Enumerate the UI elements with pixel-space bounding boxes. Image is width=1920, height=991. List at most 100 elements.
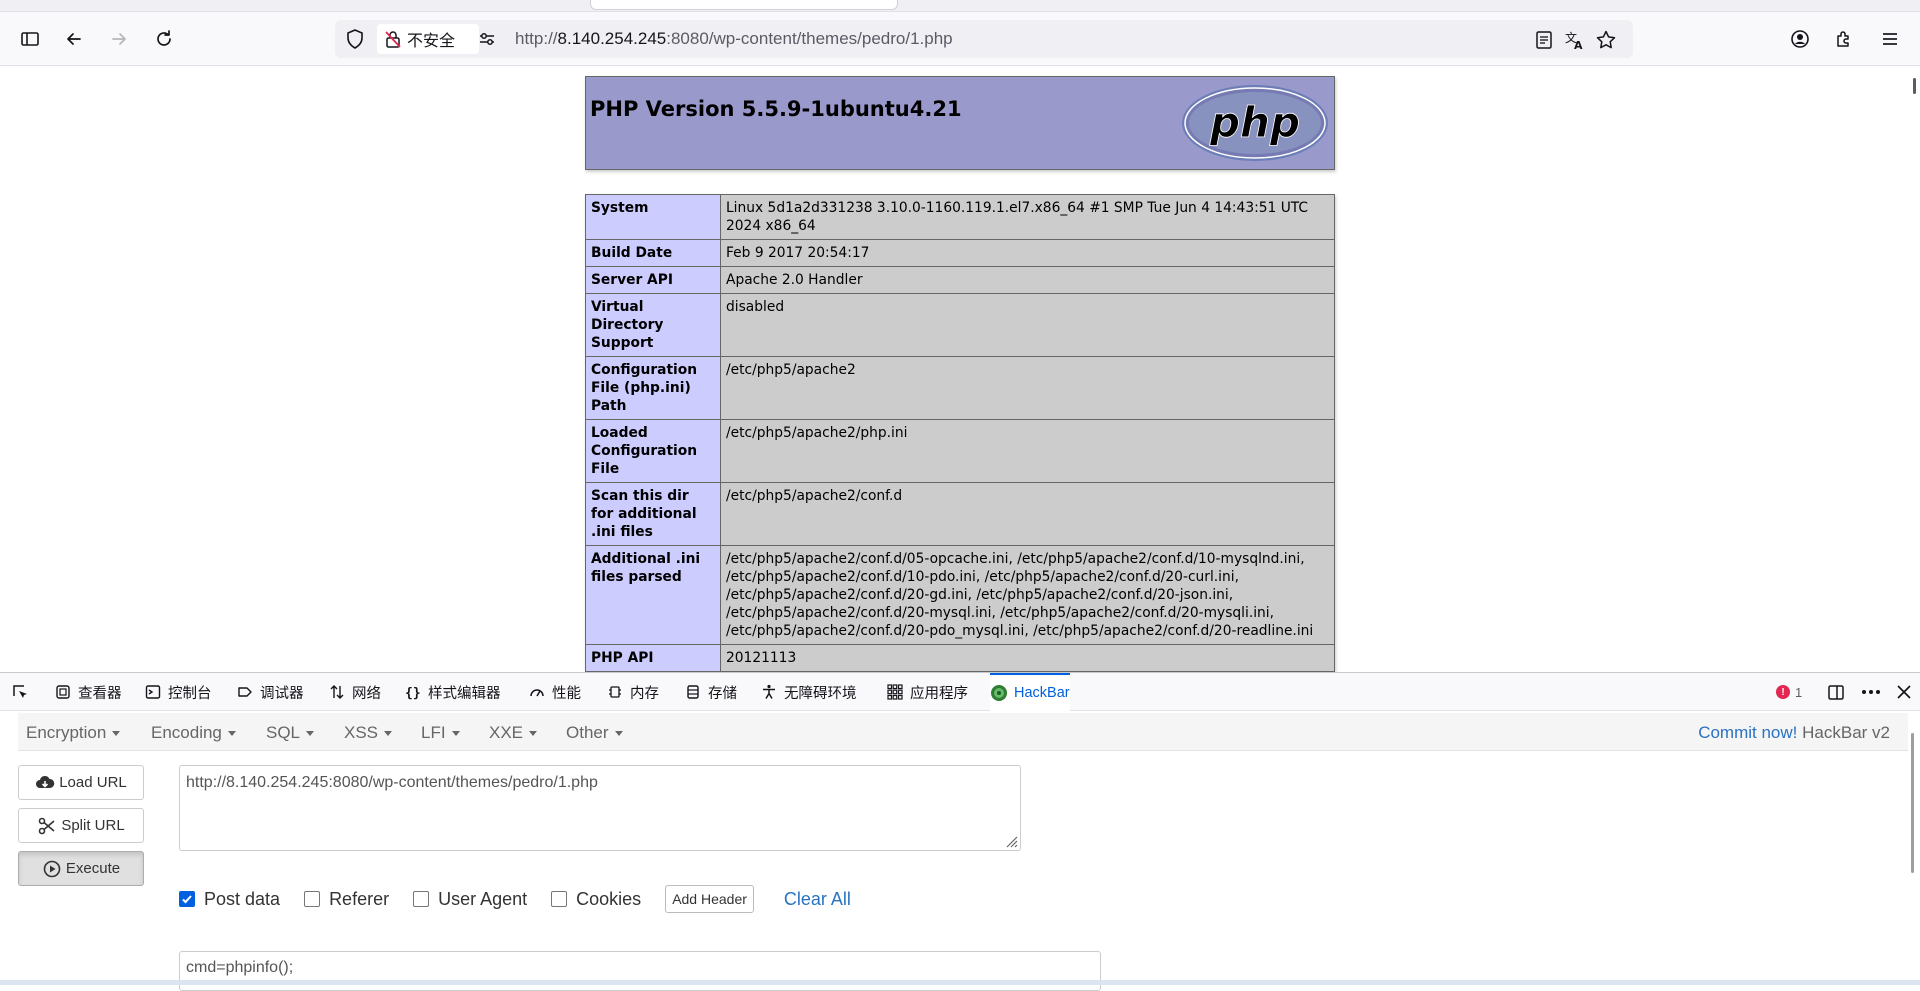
close-devtools-icon[interactable]: [1895, 673, 1913, 711]
phpinfo-value: disabled: [720, 293, 1335, 357]
split-url-button[interactable]: Split URL: [18, 808, 144, 843]
back-icon[interactable]: [58, 24, 90, 54]
account-icon[interactable]: [1784, 24, 1816, 54]
hackbar-scrollbar[interactable]: [1911, 733, 1914, 873]
reader-view-icon[interactable]: [1533, 29, 1555, 51]
tab-label: 性能: [552, 685, 581, 702]
url-path: :8080/wp-content/themes/pedro/1.php: [666, 29, 953, 48]
shield-icon[interactable]: [343, 27, 367, 51]
hackbar-icon: [990, 684, 1008, 702]
user-agent-checkbox[interactable]: User Agent: [413, 889, 527, 910]
post-data-textarea[interactable]: cmd=phpinfo();: [179, 951, 1101, 991]
tab-style-editor[interactable]: {} 样式编辑器: [404, 673, 501, 711]
page-viewport[interactable]: PHP Version 5.5.9-1ubuntu4.21 php System…: [0, 66, 1920, 672]
execute-button[interactable]: Execute: [18, 851, 144, 886]
phpinfo-page: PHP Version 5.5.9-1ubuntu4.21 php System…: [585, 76, 1335, 672]
hackbar-menu-bar: Encryption Encoding SQL XSS LFI XXE Othe…: [18, 713, 1908, 751]
phpinfo-row: Loaded Configuration File/etc/php5/apach…: [585, 419, 1335, 483]
resize-grip-icon[interactable]: [1004, 834, 1018, 848]
extensions-icon[interactable]: [1828, 24, 1860, 54]
svg-text:{}: {}: [405, 686, 421, 700]
phpinfo-value: 20121113: [720, 644, 1335, 672]
menu-encryption[interactable]: Encryption: [26, 723, 120, 743]
tab-application[interactable]: 应用程序: [886, 673, 968, 711]
commit-banner: Commit now! HackBar v2: [1698, 723, 1890, 743]
post-data-checkbox[interactable]: Post data: [179, 889, 280, 910]
phpinfo-row: Configuration File (php.ini) Path/etc/ph…: [585, 356, 1335, 420]
tab-console[interactable]: 控制台: [144, 673, 212, 711]
clear-all-link[interactable]: Clear All: [784, 889, 851, 910]
storage-icon: [684, 683, 702, 701]
permissions-icon[interactable]: [475, 27, 499, 51]
element-picker-icon[interactable]: [10, 673, 30, 711]
php-logo-text: php: [1209, 98, 1300, 147]
menu-xss[interactable]: XSS: [344, 723, 392, 743]
network-icon: [328, 683, 346, 701]
more-options-icon[interactable]: [1860, 673, 1882, 711]
tab-storage[interactable]: 存储: [684, 673, 737, 711]
tab-hackbar[interactable]: HackBar: [990, 673, 1070, 711]
menu-lfi[interactable]: LFI: [421, 723, 460, 743]
menu-sql[interactable]: SQL: [266, 723, 314, 743]
tab-memory[interactable]: 内存: [606, 673, 659, 711]
reload-icon[interactable]: [148, 24, 180, 54]
load-url-button[interactable]: Load URL: [18, 765, 144, 800]
execute-label: Execute: [65, 860, 121, 877]
checkbox-icon[interactable]: [304, 891, 321, 907]
checkbox-icon[interactable]: [413, 891, 430, 907]
add-header-button[interactable]: Add Header: [665, 885, 754, 913]
menu-other[interactable]: Other: [566, 723, 623, 743]
error-count: 1: [1795, 684, 1803, 700]
error-icon: !: [1776, 685, 1790, 699]
phpinfo-value: /etc/php5/apache2/php.ini: [720, 419, 1335, 483]
devtools-toolbar: 查看器 控制台 调试器 网络 {} 样式编辑器 性能 内存 存储 无障碍环境 应用程序 HackBar…: [0, 673, 1920, 711]
phpinfo-key: Loaded Configuration File: [585, 419, 721, 483]
phpinfo-row: Scan this dir for additional .ini files /…: [585, 482, 1335, 546]
url-textarea-value: http://8.140.254.245:8080/wp-content/the…: [186, 774, 598, 791]
checkbox-icon[interactable]: [551, 891, 568, 907]
phpinfo-key: Server API: [585, 266, 721, 294]
phpinfo-table: System Linux 5d1a2d331238 3.10.0-1160.119…: [585, 194, 1335, 672]
phpinfo-key: Additional .ini files parsed: [585, 545, 721, 645]
menu-encoding[interactable]: Encoding: [151, 723, 236, 743]
error-count-badge[interactable]: ! 1: [1776, 673, 1802, 711]
tab-inspector[interactable]: 查看器: [54, 673, 122, 711]
cookies-checkbox[interactable]: Cookies: [551, 889, 641, 910]
phpinfo-key: Scan this dir for additional .ini files: [585, 482, 721, 546]
translate-icon[interactable]: 文A: [1564, 29, 1586, 52]
sidebar-icon[interactable]: [14, 24, 46, 54]
phpinfo-row: PHP API 20121113: [585, 644, 1335, 672]
dock-side-icon[interactable]: [1826, 673, 1846, 711]
checkbox-checked-icon[interactable]: [179, 891, 195, 907]
tab-network[interactable]: 网络: [328, 673, 381, 711]
tab-label: HackBar: [1014, 685, 1070, 701]
referer-checkbox[interactable]: Referer: [304, 889, 389, 910]
phpinfo-value: Feb 9 2017 20:54:17: [720, 239, 1335, 267]
bookmark-star-icon[interactable]: [1595, 29, 1617, 51]
url-textarea[interactable]: http://8.140.254.245:8080/wp-content/the…: [179, 765, 1021, 851]
menu-xxe[interactable]: XXE: [489, 723, 537, 743]
tab-accessibility[interactable]: 无障碍环境: [760, 673, 857, 711]
hackbar-version: HackBar v2: [1802, 723, 1890, 742]
connection-insecure-indicator[interactable]: 不安全: [377, 24, 479, 54]
url-text[interactable]: http://8.140.254.245:8080/wp-content/the…: [515, 29, 953, 49]
active-tab[interactable]: [590, 0, 898, 10]
tab-label: 查看器: [78, 685, 122, 702]
page-scrollbar[interactable]: [1913, 78, 1916, 94]
php-logo: php: [1182, 85, 1328, 161]
phpinfo-header: PHP Version 5.5.9-1ubuntu4.21 php: [585, 76, 1335, 170]
load-url-label: Load URL: [59, 774, 127, 791]
phpinfo-row: Additional .ini files parsed/etc/php5/ap…: [585, 545, 1335, 645]
forward-icon[interactable]: [103, 24, 135, 54]
address-bar[interactable]: 不安全 http://8.140.254.245:8080/wp-content…: [335, 20, 1633, 58]
insecure-label: 不安全: [407, 33, 456, 50]
commit-now-link[interactable]: Commit now!: [1698, 723, 1797, 742]
tab-debugger[interactable]: 调试器: [236, 673, 304, 711]
accessibility-icon: [760, 683, 778, 701]
tab-performance[interactable]: 性能: [528, 673, 581, 711]
menu-icon[interactable]: [1874, 24, 1906, 54]
tab-label: 内存: [630, 685, 659, 702]
split-url-label: Split URL: [61, 817, 125, 834]
phpinfo-value: Linux 5d1a2d331238 3.10.0-1160.119.1.el7…: [720, 194, 1335, 240]
tab-label: 无障碍环境: [784, 685, 857, 702]
